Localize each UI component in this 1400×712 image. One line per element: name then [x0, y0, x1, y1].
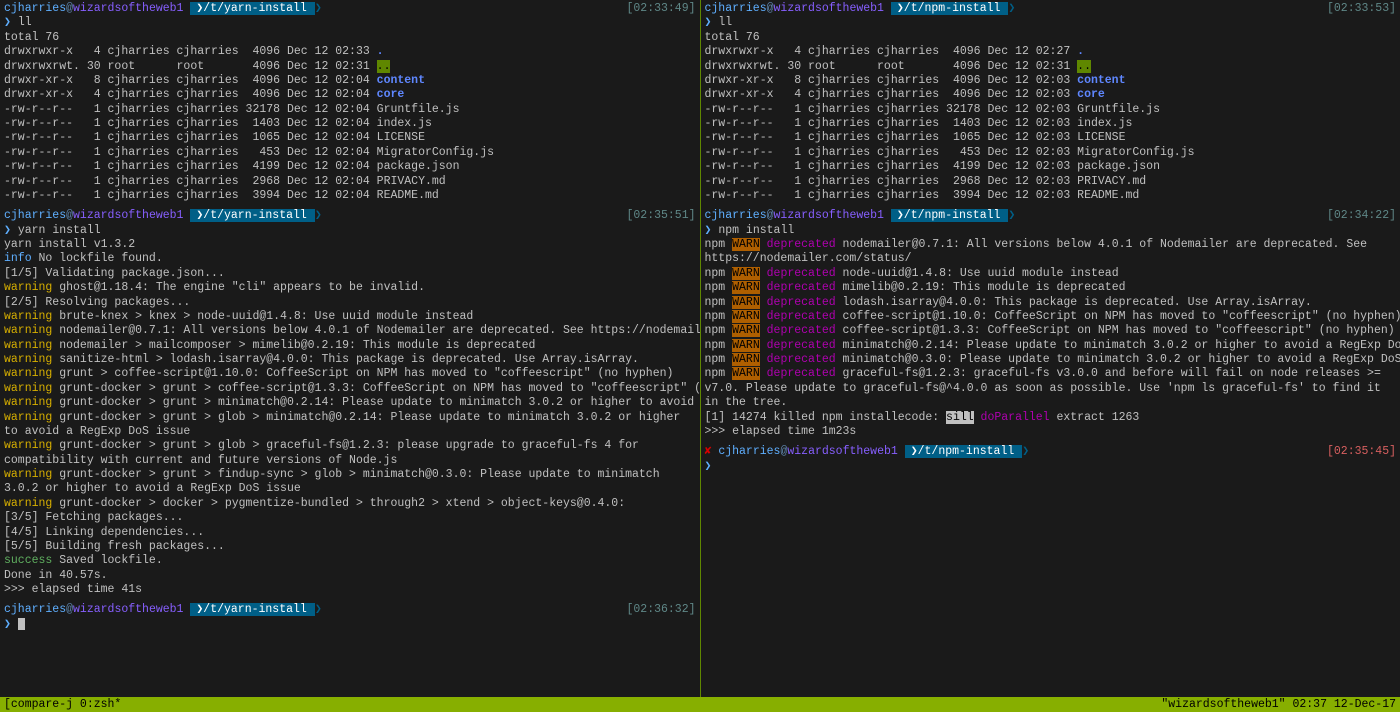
- output-line: npm WARN deprecated mimelib@0.2.19: This…: [705, 281, 1397, 295]
- ll-row: drwxrwxrwt. 30 root root 4096 Dec 12 02:…: [4, 60, 696, 74]
- ll-row: -rw-r--r-- 1 cjharries cjharries 453 Dec…: [4, 146, 696, 160]
- cmd-line-empty[interactable]: ❯: [4, 618, 696, 632]
- ll-row: -rw-r--r-- 1 cjharries cjharries 1403 De…: [4, 117, 696, 131]
- output-line: warning grunt-docker > docker > pygmenti…: [4, 497, 696, 511]
- output-line: warning grunt-docker > grunt > findup-sy…: [4, 468, 696, 497]
- ll-row: drwxrwxr-x 4 cjharries cjharries 4096 De…: [4, 45, 696, 59]
- prompt-3: cjharries@wizardsoftheweb1 ❯/t/yarn-inst…: [4, 603, 696, 617]
- output-line: success Saved lockfile.: [4, 554, 696, 568]
- output-line: [4/5] Linking dependencies...: [4, 526, 696, 540]
- ll-row: -rw-r--r-- 1 cjharries cjharries 2968 De…: [705, 175, 1397, 189]
- npm-output: npm WARN deprecated nodemailer@0.7.1: Al…: [705, 238, 1397, 411]
- ll-total: total 76: [705, 31, 1397, 45]
- prompt-path: ❯/t/yarn-install: [190, 2, 314, 15]
- yarn-output: yarn install v1.3.2info No lockfile foun…: [4, 238, 696, 597]
- prompt-2: cjharries@wizardsoftheweb1 ❯/t/npm-insta…: [705, 209, 1397, 223]
- output-line: yarn install v1.3.2: [4, 238, 696, 252]
- output-line: warning grunt-docker > grunt > minimatch…: [4, 396, 696, 410]
- output-line: warning grunt-docker > grunt > glob > gr…: [4, 439, 696, 468]
- tmux-panes: cjharries@wizardsoftheweb1 ❯/t/yarn-inst…: [0, 0, 1400, 697]
- output-line: info No lockfile found.: [4, 252, 696, 266]
- prompt-3: ✘ cjharries@wizardsoftheweb1 ❯/t/npm-ins…: [705, 445, 1397, 459]
- left-pane[interactable]: cjharries@wizardsoftheweb1 ❯/t/yarn-inst…: [0, 0, 701, 697]
- output-line: [3/5] Fetching packages...: [4, 511, 696, 525]
- output-line: warning brute-knex > knex > node-uuid@1.…: [4, 310, 696, 324]
- prompt-host: wizardsoftheweb1: [73, 2, 183, 15]
- ll-listing: drwxrwxr-x 4 cjharries cjharries 4096 De…: [4, 45, 696, 203]
- output-line: [5/5] Building fresh packages...: [4, 540, 696, 554]
- ll-row: drwxr-xr-x 4 cjharries cjharries 4096 De…: [705, 88, 1397, 102]
- ll-row: -rw-r--r-- 1 cjharries cjharries 4199 De…: [4, 160, 696, 174]
- prompt-time: [02:33:49]: [626, 2, 695, 16]
- output-line: [2/5] Resolving packages...: [4, 296, 696, 310]
- output-line: npm WARN deprecated minimatch@0.2.14: Pl…: [705, 339, 1397, 353]
- cmd-line: ❯ npm install: [705, 224, 1397, 238]
- prompt-1: cjharries@wizardsoftheweb1 ❯/t/yarn-inst…: [4, 2, 696, 16]
- output-line: npm WARN deprecated lodash.isarray@4.0.0…: [705, 296, 1397, 310]
- output-line: warning nodemailer > mailcomposer > mime…: [4, 339, 696, 353]
- ll-row: drwxrwxr-x 4 cjharries cjharries 4096 De…: [705, 45, 1397, 59]
- prompt-user: cjharries: [4, 2, 66, 15]
- kill-line: [1] 14274 killed npm installecode: sill …: [705, 411, 1397, 425]
- output-line: warning ghost@1.18.4: The engine "cli" a…: [4, 281, 696, 295]
- ll-row: -rw-r--r-- 1 cjharries cjharries 453 Dec…: [705, 146, 1397, 160]
- status-left: [compare-j 0:zsh*: [4, 697, 121, 712]
- ll-row: -rw-r--r-- 1 cjharries cjharries 4199 De…: [705, 160, 1397, 174]
- status-right: "wizardsoftheweb1" 02:37 12-Dec-17: [1161, 697, 1396, 712]
- ll-row: -rw-r--r-- 1 cjharries cjharries 1065 De…: [4, 131, 696, 145]
- ll-total: total 76: [4, 31, 696, 45]
- output-line: warning grunt-docker > grunt > glob > mi…: [4, 411, 696, 440]
- ll-row: -rw-r--r-- 1 cjharries cjharries 32178 D…: [705, 103, 1397, 117]
- elapsed-line: >>> elapsed time 1m23s: [705, 425, 1397, 439]
- prompt-1: cjharries@wizardsoftheweb1 ❯/t/npm-insta…: [705, 2, 1397, 16]
- cmd-line: ❯ yarn install: [4, 224, 696, 238]
- prompt-2: cjharries@wizardsoftheweb1 ❯/t/yarn-inst…: [4, 209, 696, 223]
- cmd-line: ❯ ll: [4, 16, 696, 30]
- error-x-icon: ✘: [705, 445, 719, 458]
- ll-row: -rw-r--r-- 1 cjharries cjharries 1403 De…: [705, 117, 1397, 131]
- output-line: [1/5] Validating package.json...: [4, 267, 696, 281]
- output-line: Done in 40.57s.: [4, 569, 696, 583]
- ll-row: drwxrwxrwt. 30 root root 4096 Dec 12 02:…: [705, 60, 1397, 74]
- ll-listing: drwxrwxr-x 4 cjharries cjharries 4096 De…: [705, 45, 1397, 203]
- output-line: npm WARN deprecated graceful-fs@1.2.3: g…: [705, 367, 1397, 410]
- output-line: >>> elapsed time 41s: [4, 583, 696, 597]
- ll-row: drwxr-xr-x 8 cjharries cjharries 4096 De…: [4, 74, 696, 88]
- ll-row: drwxr-xr-x 4 cjharries cjharries 4096 De…: [4, 88, 696, 102]
- output-line: warning grunt > coffee-script@1.10.0: Co…: [4, 367, 696, 381]
- output-line: warning grunt-docker > grunt > coffee-sc…: [4, 382, 696, 396]
- ll-row: -rw-r--r-- 1 cjharries cjharries 2968 De…: [4, 175, 696, 189]
- output-line: warning sanitize-html > lodash.isarray@4…: [4, 353, 696, 367]
- right-pane[interactable]: cjharries@wizardsoftheweb1 ❯/t/npm-insta…: [701, 0, 1400, 697]
- output-line: npm WARN deprecated coffee-script@1.3.3:…: [705, 324, 1397, 338]
- cmd-line: ❯ ll: [705, 16, 1397, 30]
- ll-row: -rw-r--r-- 1 cjharries cjharries 1065 De…: [705, 131, 1397, 145]
- output-line: npm WARN deprecated nodemailer@0.7.1: Al…: [705, 238, 1397, 267]
- ll-row: -rw-r--r-- 1 cjharries cjharries 3994 De…: [4, 189, 696, 203]
- ll-row: -rw-r--r-- 1 cjharries cjharries 3994 De…: [705, 189, 1397, 203]
- ll-row: drwxr-xr-x 8 cjharries cjharries 4096 De…: [705, 74, 1397, 88]
- output-line: warning nodemailer@0.7.1: All versions b…: [4, 324, 696, 338]
- output-line: npm WARN deprecated coffee-script@1.10.0…: [705, 310, 1397, 324]
- tmux-statusbar: [compare-j 0:zsh* "wizardsoftheweb1" 02:…: [0, 697, 1400, 712]
- cmd-line-empty[interactable]: ❯: [705, 460, 1397, 474]
- output-line: npm WARN deprecated minimatch@0.3.0: Ple…: [705, 353, 1397, 367]
- output-line: npm WARN deprecated node-uuid@1.4.8: Use…: [705, 267, 1397, 281]
- cursor-icon: [18, 618, 25, 630]
- ll-row: -rw-r--r-- 1 cjharries cjharries 32178 D…: [4, 103, 696, 117]
